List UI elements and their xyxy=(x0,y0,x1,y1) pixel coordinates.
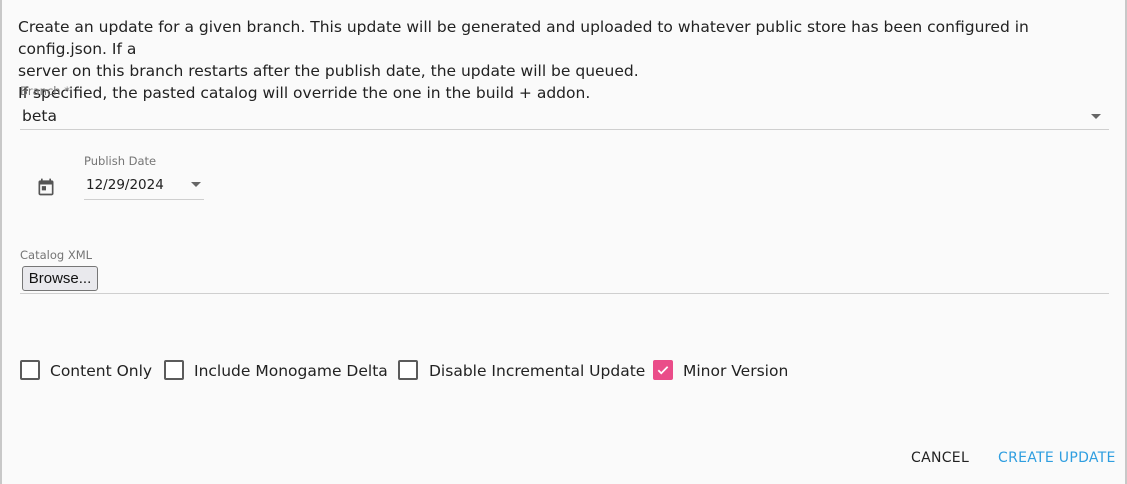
cancel-button[interactable]: CANCEL xyxy=(911,450,969,466)
dialog-content: Create an update for a given branch. Thi… xyxy=(2,0,1125,432)
disable-incremental-update-label[interactable]: Disable Incremental Update xyxy=(429,362,645,380)
branch-label: Branch * xyxy=(20,84,70,98)
content-only-checkbox[interactable] xyxy=(20,360,40,380)
browse-button[interactable]: Browse... xyxy=(22,266,98,291)
branch-dropdown-icon[interactable] xyxy=(1091,114,1101,119)
create-update-dialog: Create an update for a given branch. Thi… xyxy=(2,0,1125,484)
include-monogame-delta-label[interactable]: Include Monogame Delta xyxy=(194,362,388,380)
minor-version-checkbox[interactable] xyxy=(653,360,673,380)
publish-date-dropdown-icon[interactable] xyxy=(191,182,201,187)
content-only-label[interactable]: Content Only xyxy=(50,362,152,380)
description-line-1: Create an update for a given branch. Thi… xyxy=(18,18,1029,58)
description-line-3: If specified, the pasted catalog will ov… xyxy=(18,84,591,102)
minor-version-label[interactable]: Minor Version xyxy=(683,362,788,380)
publish-date-underline xyxy=(84,199,204,200)
catalog-xml-label: Catalog XML xyxy=(20,248,93,262)
publish-date-label: Publish Date xyxy=(84,154,157,168)
catalog-underline xyxy=(20,293,1109,294)
checkmark-icon xyxy=(657,366,669,375)
branch-select-value[interactable]: beta xyxy=(22,107,57,125)
disable-incremental-update-checkbox[interactable] xyxy=(398,360,418,380)
include-monogame-delta-checkbox[interactable] xyxy=(164,360,184,380)
create-update-button[interactable]: CREATE UPDATE xyxy=(998,450,1116,466)
dialog-description: Create an update for a given branch. Thi… xyxy=(18,16,1118,104)
branch-underline xyxy=(20,129,1109,130)
calendar-icon[interactable] xyxy=(36,177,56,197)
publish-date-input[interactable]: 12/29/2024 xyxy=(86,177,164,193)
description-line-2: server on this branch restarts after the… xyxy=(18,62,639,80)
